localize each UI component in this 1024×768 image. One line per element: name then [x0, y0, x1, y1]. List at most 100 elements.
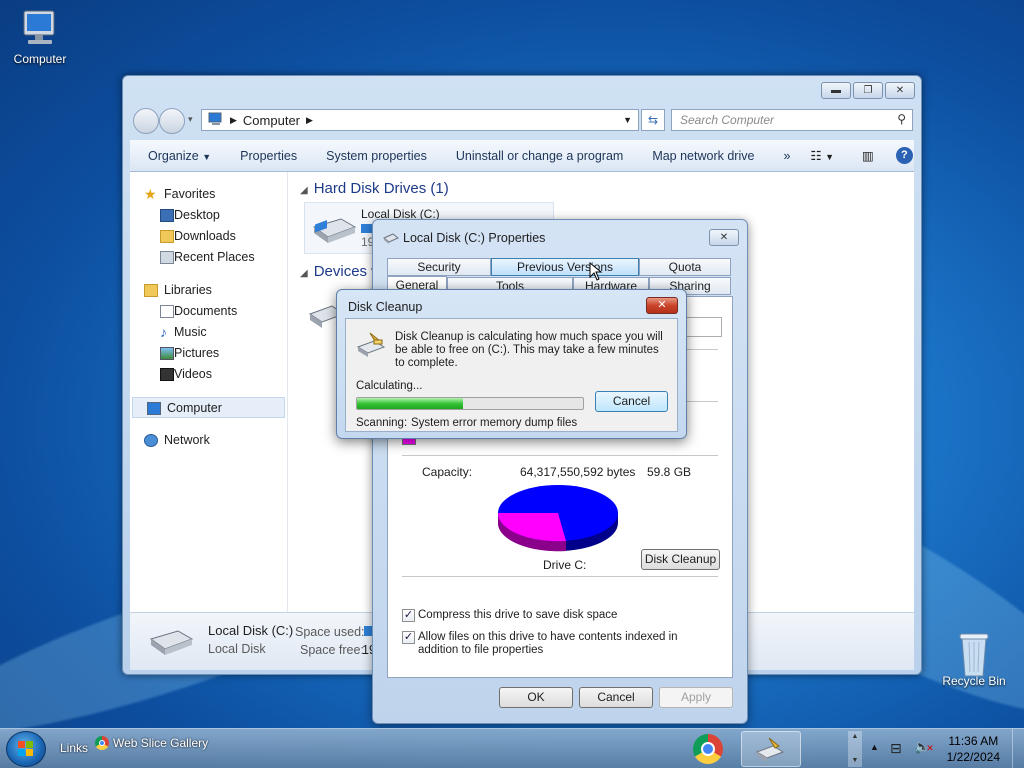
- nav-videos[interactable]: Videos: [130, 364, 287, 385]
- chrome-icon: [95, 736, 109, 750]
- disk-cleanup-icon: [755, 737, 785, 762]
- scanning-label: Scanning:: [356, 417, 408, 429]
- search-icon[interactable]: ⚲: [897, 112, 906, 126]
- organize-button[interactable]: Organize ▼: [148, 149, 211, 163]
- nav-documents[interactable]: Documents: [130, 301, 287, 322]
- recycle-bin-icon: [952, 630, 996, 677]
- network-tray-icon[interactable]: ⊟: [890, 740, 902, 757]
- desktop-icon-recycle-bin[interactable]: Recycle Bin: [934, 630, 1014, 688]
- navigation-pane: ★ Favorites Desktop Downloads Recent Pla…: [130, 172, 288, 612]
- cleanup-body: Disk Cleanup is calculating how much spa…: [345, 318, 678, 432]
- volume-muted-icon[interactable]: 🔈✕: [914, 739, 934, 755]
- chrome-icon: [693, 734, 723, 764]
- preview-pane-icon[interactable]: ▥: [862, 148, 874, 163]
- videos-icon: [160, 368, 174, 381]
- cleanup-cancel-button[interactable]: Cancel: [595, 391, 668, 412]
- properties-button[interactable]: Properties: [240, 149, 297, 163]
- minimize-button[interactable]: ▬: [821, 82, 851, 99]
- computer-icon: [208, 112, 224, 129]
- map-network-drive-button[interactable]: Map network drive: [652, 149, 754, 163]
- address-dropdown-icon[interactable]: ▼: [623, 115, 632, 125]
- back-button[interactable]: [133, 108, 159, 134]
- desktop-icon-label: Computer: [13, 52, 67, 66]
- window-controls: ▬ ❐ ✕: [821, 82, 915, 99]
- refresh-button[interactable]: ⇆: [641, 109, 665, 131]
- more-commands-button[interactable]: »: [783, 149, 790, 163]
- pictures-icon: [160, 347, 174, 360]
- index-label[interactable]: Allow files on this drive to have conten…: [418, 631, 718, 657]
- links-toolbar-label: Links: [60, 741, 89, 755]
- taskbar: Links Web Slice Gallery ▲ ▼ ▲ ⊟ 🔈✕ 11:36…: [0, 728, 1024, 768]
- taskbar-clock[interactable]: 11:36 AM 1/22/2024: [947, 733, 1000, 765]
- calculation-progress-bar: [356, 397, 584, 410]
- address-bar[interactable]: ▶ Computer ▶ ▼: [201, 109, 639, 131]
- recent-pages-icon[interactable]: ▾: [188, 114, 193, 125]
- desktop-icon: [160, 209, 174, 222]
- show-hidden-icons-icon[interactable]: ▲: [870, 742, 879, 752]
- nav-pictures[interactable]: Pictures: [130, 343, 287, 364]
- show-desktop-button[interactable]: [1012, 729, 1024, 768]
- breadcrumb-chevron-icon[interactable]: ▶: [306, 115, 313, 126]
- downloads-folder-icon: [160, 230, 174, 243]
- web-slice-gallery-link[interactable]: Web Slice Gallery: [95, 736, 208, 750]
- network-icon: [144, 434, 158, 447]
- tab-security[interactable]: Security: [387, 258, 491, 276]
- breadcrumb-computer[interactable]: Computer: [243, 113, 300, 128]
- taskbar-scroll-buttons[interactable]: ▲ ▼: [848, 731, 862, 767]
- tab-previous-versions[interactable]: Previous Versions: [491, 258, 639, 276]
- help-icon[interactable]: ?: [895, 147, 913, 164]
- properties-title: Local Disk (C:) Properties: [403, 231, 546, 245]
- collapse-icon[interactable]: ◢: [300, 185, 308, 196]
- cleanup-close-button[interactable]: ✕: [646, 297, 678, 314]
- nav-computer[interactable]: Computer: [132, 397, 285, 418]
- compress-checkbox[interactable]: ✓: [402, 609, 415, 622]
- disk-cleanup-icon: [356, 331, 388, 362]
- start-button[interactable]: [6, 731, 46, 767]
- mouse-cursor-icon: [589, 261, 603, 285]
- desktop-icon-computer[interactable]: Computer: [0, 8, 80, 66]
- taskbar-chrome-button[interactable]: [684, 731, 734, 767]
- nav-libraries[interactable]: Libraries: [130, 280, 287, 301]
- details-drive-icon: [148, 625, 194, 660]
- nav-network[interactable]: Network: [130, 430, 287, 451]
- properties-close-button[interactable]: ✕: [709, 229, 739, 246]
- nav-desktop[interactable]: Desktop: [130, 205, 287, 226]
- disk-cleanup-button[interactable]: Disk Cleanup: [641, 549, 720, 570]
- clock-date: 1/22/2024: [946, 750, 1000, 764]
- tab-quota[interactable]: Quota: [639, 258, 731, 276]
- close-button[interactable]: ✕: [885, 82, 915, 99]
- apply-button[interactable]: Apply: [659, 687, 733, 708]
- cleanup-title: Disk Cleanup: [348, 300, 423, 314]
- disk-cleanup-dialog: Disk Cleanup ✕ Disk Cleanup is calculati…: [336, 289, 687, 439]
- compress-label[interactable]: Compress this drive to save disk space: [418, 609, 617, 621]
- star-icon: ★: [144, 186, 157, 202]
- nav-recent-places[interactable]: Recent Places: [130, 247, 287, 268]
- uninstall-program-button[interactable]: Uninstall or change a program: [456, 149, 623, 163]
- hard-drive-icon: [311, 213, 357, 248]
- group-header-hard-disk-drives[interactable]: ◢ Hard Disk Drives (1): [300, 180, 449, 197]
- nav-downloads[interactable]: Downloads: [130, 226, 287, 247]
- group-header-devices[interactable]: ◢ Devices w: [300, 263, 382, 280]
- system-properties-button[interactable]: System properties: [326, 149, 427, 163]
- nav-favorites[interactable]: ★ Favorites: [130, 184, 287, 205]
- collapse-icon[interactable]: ◢: [300, 268, 308, 279]
- details-type: Local Disk: [208, 642, 266, 656]
- cancel-button[interactable]: Cancel: [579, 687, 653, 708]
- recent-places-icon: [160, 251, 174, 264]
- libraries-icon: [144, 284, 158, 297]
- ok-button[interactable]: OK: [499, 687, 573, 708]
- nav-music[interactable]: ♪ Music: [130, 322, 287, 343]
- forward-button[interactable]: [159, 108, 185, 134]
- scanning-item: System error memory dump files: [411, 417, 578, 429]
- maximize-button[interactable]: ❐: [853, 82, 883, 99]
- breadcrumb-separator-icon[interactable]: ▶: [230, 115, 237, 126]
- music-icon: ♪: [160, 324, 167, 340]
- computer-icon: [147, 402, 161, 415]
- desktop-icon-label: Recycle Bin: [942, 674, 1006, 688]
- calculating-label: Calculating...: [356, 380, 423, 392]
- change-view-icon[interactable]: ☷ ▼: [810, 148, 834, 163]
- cleanup-message: Disk Cleanup is calculating how much spa…: [395, 331, 663, 369]
- index-checkbox[interactable]: ✓: [402, 631, 415, 644]
- taskbar-explorer-button[interactable]: [741, 731, 801, 767]
- search-input[interactable]: Search Computer ⚲: [671, 109, 913, 131]
